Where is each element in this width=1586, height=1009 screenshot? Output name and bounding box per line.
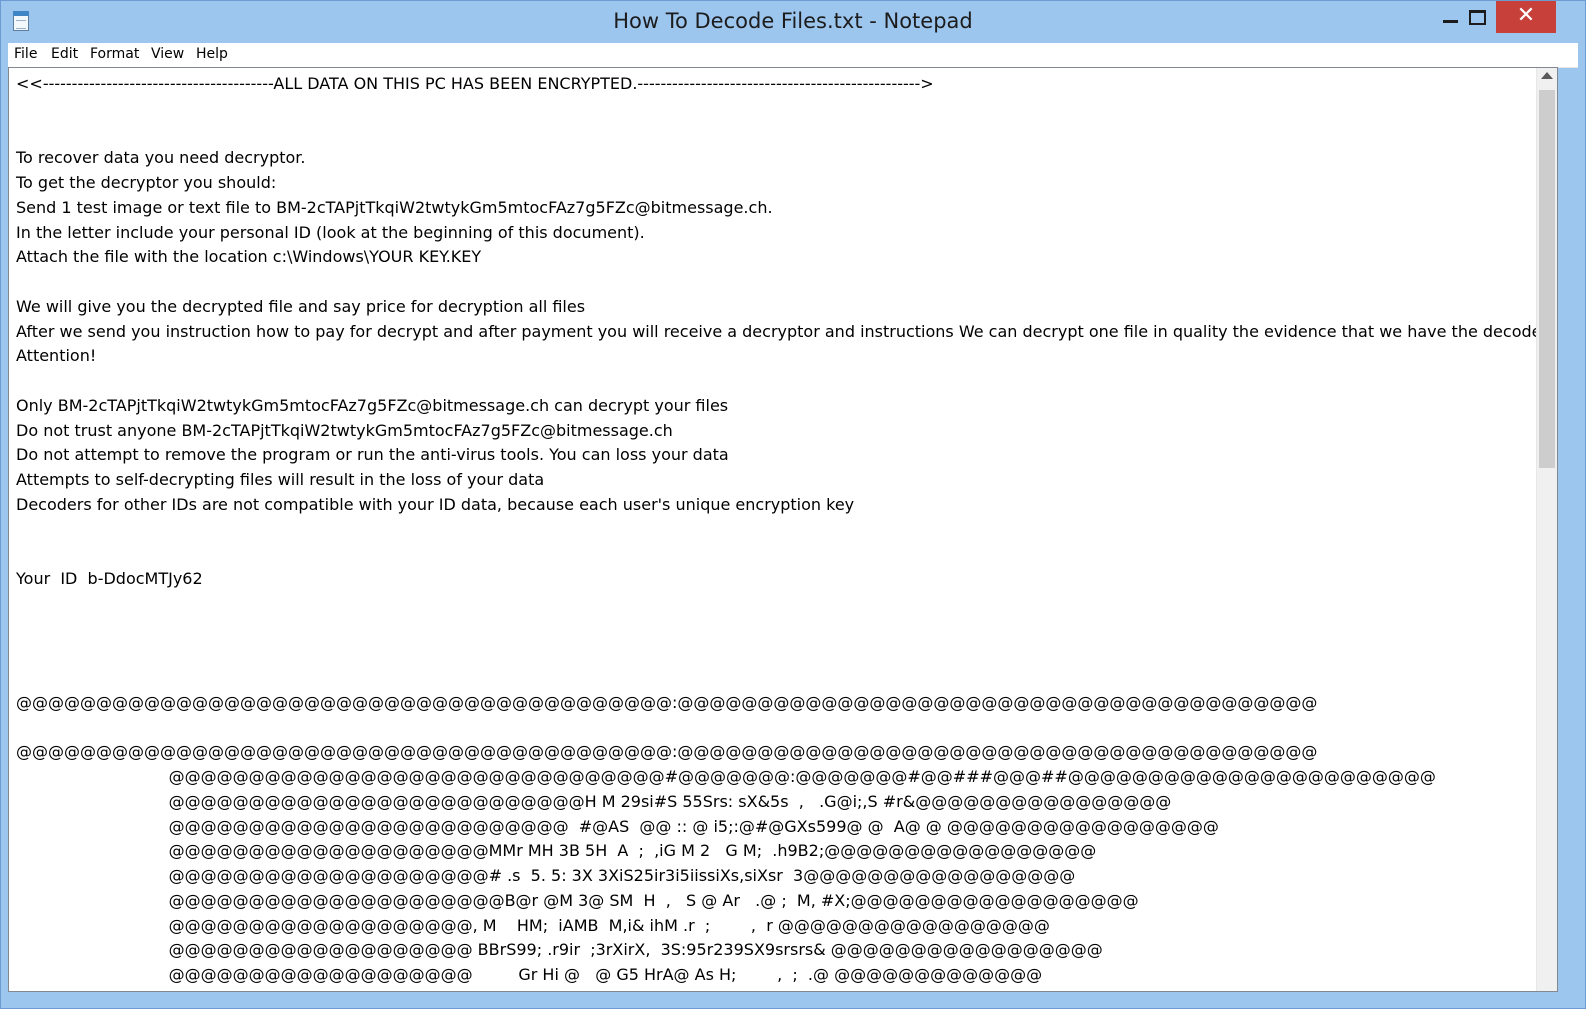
notepad-window: How To Decode Files.txt - Notepad ✕ File… (0, 0, 1586, 1009)
vertical-scrollbar[interactable] (1536, 68, 1557, 991)
text-line: @@@@@@@@@@@@@@@@@@@, M HM; iAMB M,i& ihM… (16, 915, 1050, 935)
text-editor[interactable]: <<--------------------------------------… (8, 67, 1558, 992)
document-text[interactable]: <<--------------------------------------… (16, 72, 1552, 991)
text-line: After we send you instruction how to pay… (16, 321, 1552, 341)
text-line: @@@@@@@@@@@@@@@@@@@@MMr MH 3B 5H A ; ,iG… (16, 841, 1097, 861)
text-line: In the letter include your personal ID (… (16, 222, 645, 242)
text-line: Do not trust anyone BM-2cTAPjtTkqiW2twty… (16, 420, 673, 440)
text-line (16, 542, 1531, 567)
text-line: To recover data you need decryptor. (16, 148, 306, 168)
text-line (16, 716, 1531, 741)
scroll-up-arrow-icon[interactable] (1541, 72, 1553, 79)
title-bar[interactable]: How To Decode Files.txt - Notepad ✕ (1, 1, 1585, 43)
text-line: To get the decryptor you should: (16, 173, 277, 192)
text-line: @@@@@@@@@@@@@@@@@@@@@B@r @M 3@ SM H , S … (16, 890, 1139, 910)
text-line (16, 97, 1531, 122)
text-line (16, 270, 1531, 295)
window-title: How To Decode Files.txt - Notepad (613, 9, 973, 33)
close-icon: ✕ (1516, 3, 1536, 28)
text-line: We will give you the decrypted file and … (16, 296, 586, 316)
text-line: @@@@@@@@@@@@@@@@@@@@@@@@@@H M 29si#S 55S… (16, 791, 1172, 811)
text-line: @@@@@@@@@@@@@@@@@@@@@@@@@@@@@@@@@@@@@@@@… (16, 742, 1318, 762)
text-line: @@@@@@@@@@@@@@@@@@@ Gr Hi @ @ G5 HrA@ As… (16, 965, 1043, 984)
text-line (16, 666, 1531, 691)
text-line: @@@@@@@@@@@@@@@@@@@@@@@@@ #@AS @@ :: @ i… (16, 816, 1219, 836)
text-line (16, 592, 1531, 617)
text-line: Your ID b-DdocMTJy62 (16, 569, 203, 588)
text-line (16, 617, 1531, 642)
menu-bar: File Edit Format View Help (8, 43, 1578, 68)
text-line (16, 518, 1531, 543)
text-line: @@@@@@@@@@@@@@@@@@@@# .s 5. 5: 3X 3XiS25… (16, 866, 1076, 885)
minimize-icon (1443, 20, 1458, 23)
text-line (16, 369, 1531, 394)
menu-view[interactable]: View (151, 46, 184, 62)
text-line: Attempts to self-decrypting files will r… (16, 470, 545, 489)
text-line: @@@@@@@@@@@@@@@@@@@ BBrS99; .r9ir ;3rXir… (16, 940, 1103, 960)
menu-file[interactable]: File (14, 46, 37, 62)
text-line: @@@@@@@@@@@@@@@@@@@@@@@@@@@@@@@@@@@@@@@@… (16, 692, 1318, 712)
scroll-thumb[interactable] (1539, 90, 1555, 468)
text-line: Attention! (16, 346, 97, 366)
menu-edit[interactable]: Edit (51, 46, 78, 62)
text-line: Send 1 test image or text file to BM-2cT… (16, 197, 773, 217)
text-line: Only BM-2cTAPjtTkqiW2twtykGm5mtocFAz7g5F… (16, 395, 729, 415)
text-line: Attach the file with the location c:\Win… (16, 247, 482, 267)
text-line (16, 122, 1531, 147)
text-line: @@@@@@@@@@@@@@@@@@@@@@@@@@@@@@@#@@@@@@@:… (16, 767, 1436, 786)
close-button[interactable]: ✕ (1496, 1, 1556, 33)
maximize-icon (1469, 10, 1486, 25)
text-line: <<--------------------------------------… (16, 74, 934, 93)
text-line: Do not attempt to remove the program or … (16, 445, 729, 465)
text-line: Decoders for other IDs are not compatibl… (16, 494, 855, 514)
text-line (16, 641, 1531, 666)
menu-format[interactable]: Format (90, 46, 139, 62)
menu-help[interactable]: Help (196, 46, 228, 62)
